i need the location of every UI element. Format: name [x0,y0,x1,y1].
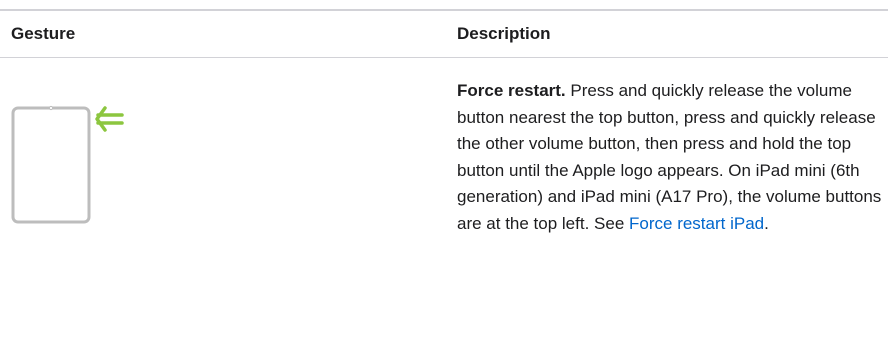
table-header-row: Gesture Description [0,11,888,57]
force-restart-title: Force restart. [457,81,566,100]
sentence-end: . [764,213,769,233]
description-column-header: Description [457,24,551,43]
force-restart-ipad-link[interactable]: Force restart iPad [629,214,764,233]
ipad-force-restart-icon [11,105,124,224]
gesture-cell [0,58,440,345]
ipad-outline [11,106,91,224]
description-cell: Force restart. Press and quickly release… [457,78,885,237]
camera-dot [48,105,54,111]
volume-buttons-arrow-icon [95,106,124,132]
gesture-column-header: Gesture [11,24,76,43]
force-restart-instructions: Press and quickly release the volume but… [457,81,882,233]
